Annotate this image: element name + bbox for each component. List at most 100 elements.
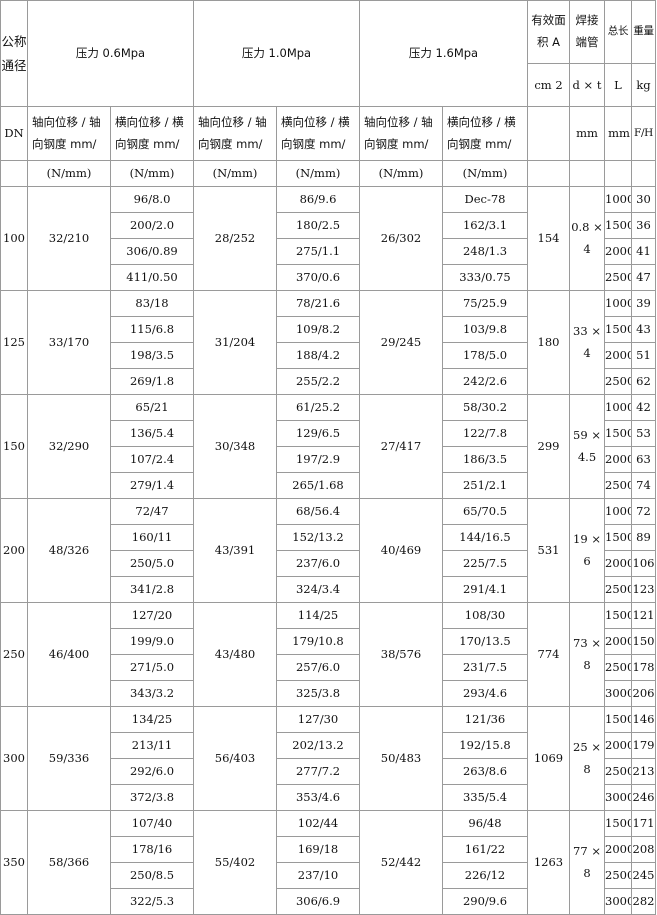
header-axial-0-6: 轴向位移 / 轴向钢度 mm/ [27,106,111,161]
cell-lateral-0-6: 200/2.0 [110,212,194,239]
cell-lateral-1-0: 188/4.2 [276,342,360,369]
cell-lateral-0-6: 279/1.4 [110,472,194,499]
cell-weight: 51 [631,342,656,369]
cell-length: 2500 [604,264,632,291]
cell-lateral-0-6: 107/40 [110,810,194,837]
cell-lateral-0-6: 127/20 [110,602,194,629]
cell-length: 1500 [604,706,632,733]
cell-lateral-1-6: 226/12 [442,862,528,889]
cell-weight: 246 [631,784,656,811]
unit-axial-1-6: (N/mm) [359,160,443,187]
cell-lateral-1-0: 197/2.9 [276,446,360,473]
cell-axial-0-6: 59/336 [27,706,111,811]
cell-lateral-0-6: 107/2.4 [110,446,194,473]
cell-lateral-1-6: 170/13.5 [442,628,528,655]
cell-lateral-1-0: 237/6.0 [276,550,360,577]
cell-weight: 179 [631,732,656,759]
cell-axial-1-0: 31/204 [193,290,277,395]
cell-lateral-1-6: 293/4.6 [442,680,528,707]
header-pressure-1-0: 压力 1.0Mpa [193,0,360,107]
cell-lateral-0-6: 178/16 [110,836,194,863]
cell-length: 1500 [604,316,632,343]
cell-weight: 62 [631,368,656,395]
cell-weight: 36 [631,212,656,239]
table-row: 350 58/366 107/40 55/402 102/44 52/442 96/48 12… [0,810,656,915]
header-lateral-1-0: 横向位移 / 横向钢度 mm/ [276,106,360,161]
cell-weld-pipe: 25 × 8 [569,706,605,811]
cell-lateral-1-6: 291/4.1 [442,576,528,603]
cell-weight: 150 [631,628,656,655]
header-area-unit: cm 2 [527,63,570,107]
cell-length: 1500 [604,420,632,447]
cell-effective-area: 1263 [527,810,570,915]
cell-length: 2000 [604,446,632,473]
cell-length: 3000 [604,680,632,707]
cell-dn: 125 [0,290,28,395]
cell-lateral-1-6: 58/30.2 [442,394,528,421]
header-weight: 重量 [631,0,656,64]
cell-weld-pipe: 59 × 4.5 [569,394,605,499]
cell-lateral-1-0: 169/18 [276,836,360,863]
cell-lateral-1-0: 129/6.5 [276,420,360,447]
cell-lateral-0-6: 372/3.8 [110,784,194,811]
cell-lateral-0-6: 72/47 [110,498,194,525]
table-row: 150 32/290 65/21 30/348 61/25.2 27/417 58/30.2… [0,394,656,499]
cell-weight: 89 [631,524,656,551]
cell-lateral-0-6: 343/3.2 [110,680,194,707]
cell-axial-1-0: 43/391 [193,498,277,603]
header-weight-unit: kg [631,63,656,107]
cell-length: 3000 [604,888,632,915]
cell-weight: 171 [631,810,656,837]
cell-axial-1-6: 40/469 [359,498,443,603]
cell-axial-1-6: 26/302 [359,186,443,291]
cell-lateral-0-6: 199/9.0 [110,628,194,655]
cell-length: 3000 [604,784,632,811]
header-lateral-1-6: 横向位移 / 横向钢度 mm/ [442,106,528,161]
cell-lateral-1-0: 180/2.5 [276,212,360,239]
cell-lateral-1-6: 263/8.6 [442,758,528,785]
cell-dn: 100 [0,186,28,291]
cell-lateral-1-6: 242/2.6 [442,368,528,395]
cell-dn: 150 [0,394,28,499]
cell-length: 2500 [604,654,632,681]
cell-weight: 121 [631,602,656,629]
header-fh: F/H [631,106,656,161]
data-rows: 100 32/210 96/8.0 28/252 86/9.6 26/302 Dec-78 1… [0,186,656,915]
cell-lateral-1-6: 75/25.9 [442,290,528,317]
cell-lateral-1-6: 192/15.8 [442,732,528,759]
cell-weight: 213 [631,758,656,785]
header-weld-pipe: 焊接端管 [569,0,605,64]
cell-lateral-0-6: 250/5.0 [110,550,194,577]
cell-dn: 350 [0,810,28,915]
cell-lateral-0-6: 271/5.0 [110,654,194,681]
cell-lateral-1-0: 325/3.8 [276,680,360,707]
cell-weld-pipe: 33 × 4 [569,290,605,395]
cell-effective-area: 154 [527,186,570,291]
cell-weight: 178 [631,654,656,681]
cell-lateral-1-0: 257/6.0 [276,654,360,681]
cell-lateral-1-0: 265/1.68 [276,472,360,499]
cell-weight: 245 [631,862,656,889]
cell-weight: 53 [631,420,656,447]
header-length-symbol: L [604,63,632,107]
cell-lateral-1-6: 121/36 [442,706,528,733]
cell-weight: 123 [631,576,656,603]
cell-axial-0-6: 58/366 [27,810,111,915]
cell-lateral-1-0: 353/4.6 [276,784,360,811]
cell-lateral-0-6: 198/3.5 [110,342,194,369]
cell-axial-1-0: 55/402 [193,810,277,915]
cell-lateral-1-0: 370/0.6 [276,264,360,291]
cell-axial-0-6: 46/400 [27,602,111,707]
header-total-length: 总长 [604,0,632,64]
cell-axial-1-6: 50/483 [359,706,443,811]
cell-lateral-1-6: 108/30 [442,602,528,629]
cell-lateral-0-6: 322/5.3 [110,888,194,915]
cell-lateral-1-6: 122/7.8 [442,420,528,447]
header-pressure-0-6: 压力 0.6Mpa [27,0,194,107]
cell-weight: 43 [631,316,656,343]
cell-weight: 208 [631,836,656,863]
cell-lateral-0-6: 136/5.4 [110,420,194,447]
unit-lateral-0-6: (N/mm) [110,160,194,187]
cell-axial-1-0: 56/403 [193,706,277,811]
cell-weight: 74 [631,472,656,499]
